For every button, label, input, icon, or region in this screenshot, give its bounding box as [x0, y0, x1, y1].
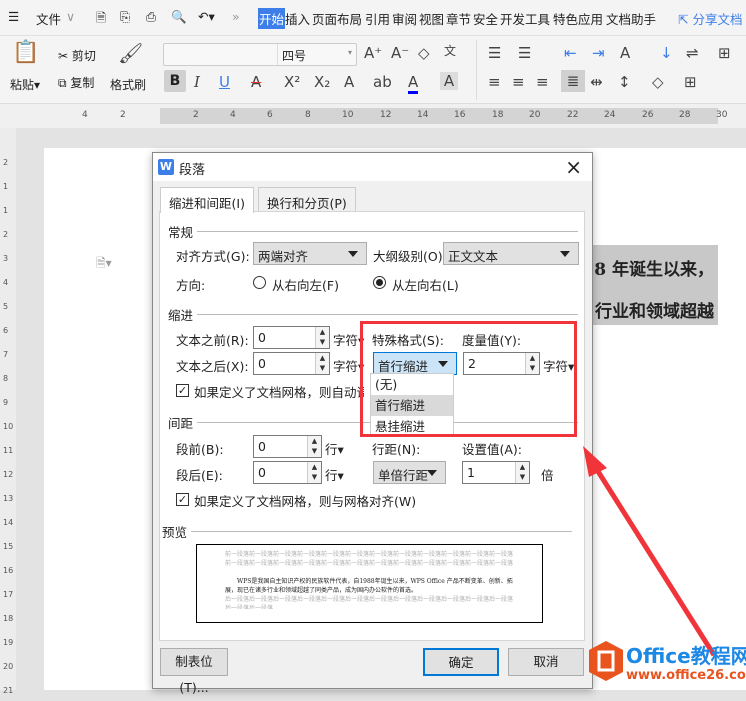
tab-indent-spacing[interactable]: 缩进和间距(I) [160, 187, 254, 213]
arrow-head [583, 446, 607, 477]
arrow-shaft [591, 463, 717, 657]
watermark-logo: Office教程网 www.office26.com [588, 636, 746, 690]
annotation-arrow [583, 446, 717, 657]
office-logo-icon [589, 641, 623, 681]
